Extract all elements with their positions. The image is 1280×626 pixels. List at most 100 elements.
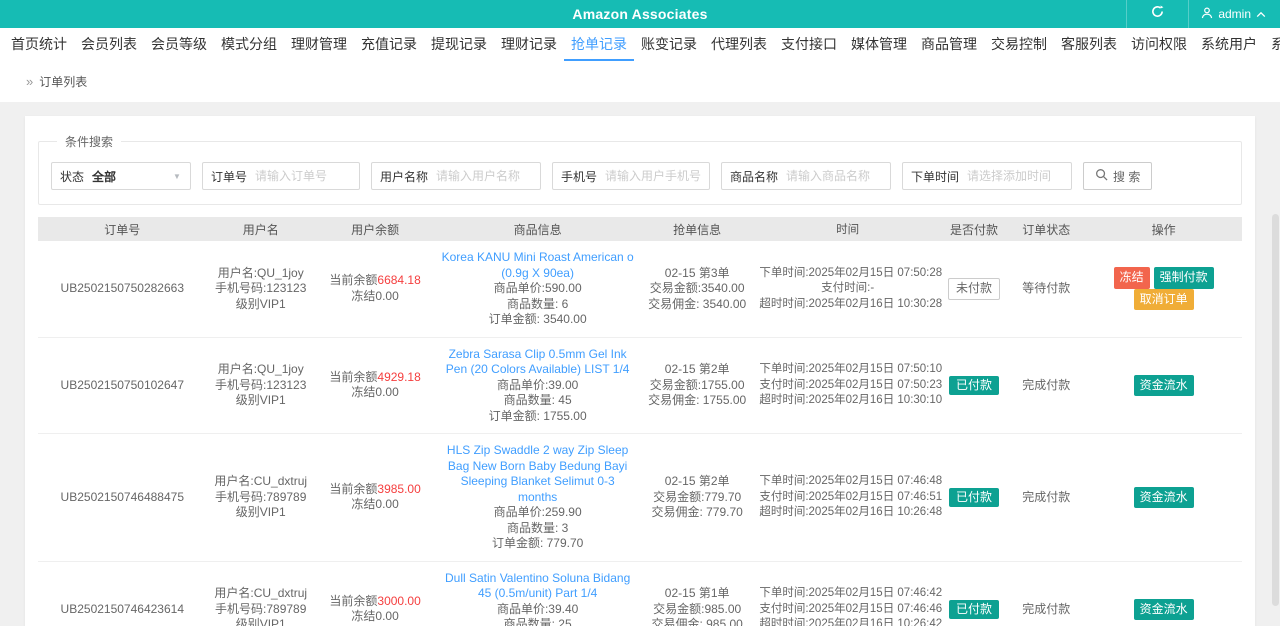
nav-item-balance-change-records[interactable]: 账变记录 [634,28,704,61]
frozen-amount: 冻结0.00 [351,497,399,512]
nav-item-product-manage[interactable]: 商品管理 [914,28,984,61]
scrollbar[interactable] [1272,214,1279,606]
breadcrumb-label: 订单列表 [39,75,88,89]
product-info-line: 商品数量: 6 [506,296,569,311]
nav-item-system-menu[interactable]: 系统菜单 [1264,28,1280,61]
product-info-line: 订单金额: 1755.00 [488,408,587,423]
grab-info: 02-15 第3单 交易金额:3540.00 交易佣金: 3540.00 [640,266,754,313]
fund-flow-button[interactable]: 资金流水 [1133,374,1194,396]
fund-flow-button[interactable]: 资金流水 [1133,598,1194,620]
time-info-line: 下单时间:2025年02月15日 07:46:48 [759,475,943,487]
product-link[interactable]: Zebra Sarasa Clip 0.5mm Gel Ink Pen (20 … [440,347,635,378]
order-time-input[interactable] [967,169,1072,183]
field-user-name-label: 用户名称 [379,169,428,184]
order-no-input[interactable] [254,169,359,183]
time-info: 下单时间:2025年02月15日 07:50:28 支付时间:- 超时时间:2025… [754,266,943,313]
user-info-line: 用户名:QU_1joy [217,265,304,280]
product-info-line: 商品单价:39.40 [496,601,579,616]
phone-input[interactable] [604,169,709,183]
grab-info-line: 02-15 第1单 [664,586,730,600]
balance-amount: 4929.18 [377,369,421,384]
search-icon [1095,168,1108,184]
balance-label: 当前余额 [329,273,378,288]
refresh-icon [1151,5,1164,23]
user-info-line: 手机号码:123123 [215,281,307,295]
paid-badge: 已付款 [949,599,1000,619]
grab-info-line: 交易佣金: 779.70 [651,505,743,519]
user-info: 用户名:QU_1joy 手机号码:123123 级别VIP1 [207,362,315,409]
balance-line: 当前余额4929.18 [320,370,430,386]
table-row: UB2502150746488475 用户名:CU_dxtruj 手机号码:7897… [38,434,1242,562]
breadcrumb-arrow-icon: » [26,74,34,89]
app-header: Amazon Associates admin [0,0,1280,28]
status-select[interactable]: 状态 全部 ▼ [51,162,191,190]
product-info-line: 商品单价:39.00 [496,377,579,392]
refresh-button[interactable] [1126,0,1188,28]
product-name-input[interactable] [786,169,890,183]
nav-item-payment-api[interactable]: 支付接口 [774,28,844,61]
time-info-line: 支付时间:2025年02月15日 07:50:23 [759,378,943,391]
search-button[interactable]: 搜 索 [1083,162,1153,190]
grab-info-line: 交易佣金: 1755.00 [648,393,747,407]
nav-item-finance-manage[interactable]: 理财管理 [284,28,354,61]
grab-info: 02-15 第2单 交易金额:1755.00 交易佣金: 1755.00 [640,362,754,409]
paid-badge: 已付款 [949,375,1000,395]
balance-line: 当前余额3000.00 [320,594,430,610]
table-row: UB2502150746423614 用户名:CU_dxtruj 手机号码:7897… [38,562,1242,626]
balance-amount: 3985.00 [377,481,421,496]
product-link[interactable]: Korea KANU Mini Roast American o (0.9g X… [440,250,635,281]
time-info-line: 超时时间:2025年02月16日 10:30:10 [759,394,943,406]
user-info-line: 用户名:CU_dxtruj [214,474,308,488]
frozen-amount: 冻结0.00 [351,288,399,303]
nav-item-grab-records[interactable]: 抢单记录 [564,28,634,61]
product-info-line: 订单金额: 779.70 [491,536,584,550]
field-order-no-label: 订单号 [210,169,247,184]
product-info-line: 商品单价:259.90 [493,505,582,519]
nav-item-home-stats[interactable]: 首页统计 [4,28,74,61]
cancel-order-button[interactable]: 取消订单 [1133,288,1194,311]
product-info: HLS Zip Swaddle 2 way Zip Sleep Bag New … [435,443,640,552]
breadcrumb: » 订单列表 [0,61,1280,102]
order-no: UB2502150750102647 [60,377,184,392]
nav-item-recharge-records[interactable]: 充值记录 [354,28,424,61]
nav-item-system-users[interactable]: 系统用户 [1194,28,1264,61]
grab-info-line: 交易金额:3540.00 [649,281,745,295]
user-menu[interactable]: admin [1188,0,1280,28]
grab-info: 02-15 第1单 交易金额:985.00 交易佣金: 985.00 [640,586,754,626]
nav-item-support-list[interactable]: 客服列表 [1054,28,1124,61]
paid-badge: 未付款 [948,278,1001,300]
balance-label: 当前余额 [329,481,378,496]
nav-item-finance-records[interactable]: 理财记录 [494,28,564,61]
frozen-amount: 冻结0.00 [351,385,399,400]
freeze-button[interactable]: 冻结 [1113,267,1150,289]
nav-item-access-rights[interactable]: 访问权限 [1124,28,1194,61]
product-info: Dull Satin Valentino Soluna Bidang 45 (0… [435,571,640,626]
field-phone-label: 手机号 [560,169,597,184]
balance-line: 当前余额3985.00 [320,482,430,498]
nav-item-trade-control[interactable]: 交易控制 [984,28,1054,61]
fund-flow-button[interactable]: 资金流水 [1133,486,1194,508]
nav-item-withdraw-records[interactable]: 提现记录 [424,28,494,61]
main-nav: 首页统计 会员列表 会员等级 模式分组 理财管理 充值记录 提现记录 理财记录 抢单记录 账变记录… [0,28,1280,61]
balance-label: 当前余额 [329,369,378,384]
product-link[interactable]: Dull Satin Valentino Soluna Bidang 45 (0… [440,571,635,602]
column-header: 是否付款 [950,222,999,237]
nav-item-media-manage[interactable]: 媒体管理 [844,28,914,61]
force-pay-button[interactable]: 强制付款 [1153,267,1214,289]
nav-item-member-list[interactable]: 会员列表 [74,28,144,61]
grab-info-line: 02-15 第2单 [664,362,730,376]
field-phone: 手机号 [551,162,710,190]
status-select-label: 状态 [60,169,85,184]
user-info-line: 用户名:CU_dxtruj [214,586,308,600]
table-row: UB2502150750282663 用户名:QU_1joy 手机号码:123123… [38,241,1242,338]
nav-item-mode-group[interactable]: 模式分组 [214,28,284,61]
user-name-input[interactable] [435,169,540,183]
time-info-line: 下单时间:2025年02月15日 07:50:28 [759,266,943,279]
column-header: 订单号 [104,222,141,237]
product-info-line: 商品单价:590.00 [493,281,582,295]
nav-item-member-level[interactable]: 会员等级 [144,28,214,61]
nav-item-agent-list[interactable]: 代理列表 [704,28,774,61]
user-name: admin [1218,7,1251,21]
time-info-line: 超时时间:2025年02月16日 10:26:42 [759,618,943,626]
product-link[interactable]: HLS Zip Swaddle 2 way Zip Sleep Bag New … [440,443,635,505]
